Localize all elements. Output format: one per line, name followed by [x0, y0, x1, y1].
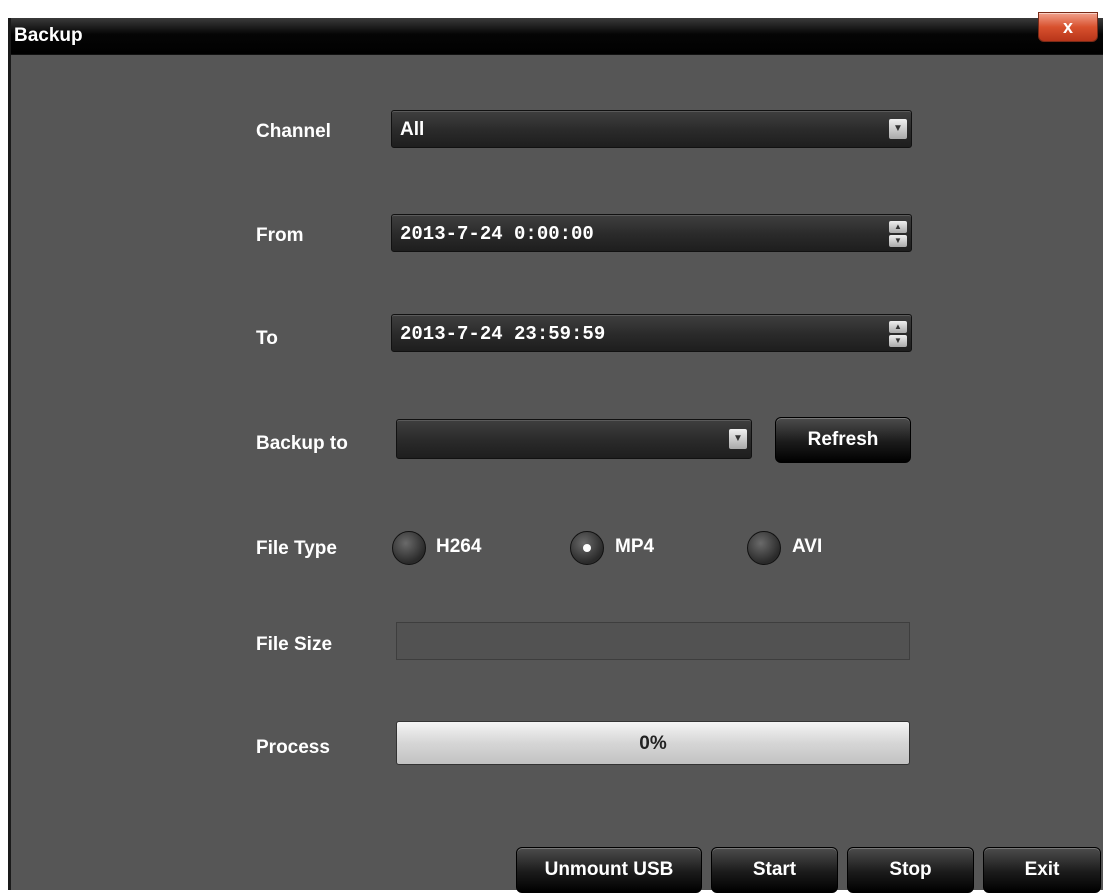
spinner-arrows-icon[interactable]: ▲ ▼ [889, 221, 907, 247]
channel-value: All [400, 119, 425, 140]
progress-text: 0% [639, 733, 667, 754]
spin-down-icon[interactable]: ▼ [889, 235, 907, 247]
from-datetime-input[interactable]: 2013-7-24 0:00:00 ▲ ▼ [391, 214, 912, 252]
chevron-down-icon[interactable]: ▼ [729, 429, 747, 449]
title-bar: Backup [11, 18, 1103, 55]
file-size-label: File Size [256, 634, 333, 655]
unmount-usb-button[interactable]: Unmount USB [516, 847, 702, 893]
spinner-arrows-icon[interactable]: ▲ ▼ [889, 321, 907, 347]
spin-up-icon[interactable]: ▲ [889, 321, 907, 333]
refresh-button[interactable]: Refresh [775, 417, 911, 463]
window-title: Backup [14, 25, 83, 46]
backup-device-select[interactable]: ▼ [396, 419, 752, 459]
radio-mp4[interactable] [570, 531, 604, 565]
to-label: To [256, 328, 278, 349]
radio-h264[interactable] [392, 531, 426, 565]
close-button[interactable]: x [1038, 12, 1098, 42]
radio-mp4-label: MP4 [615, 536, 655, 557]
to-value: 2013-7-24 23:59:59 [400, 323, 606, 345]
radio-h264-label: H264 [436, 536, 482, 557]
backup-dialog: Backup x Channel All ▼ From 2013-7-24 0:… [8, 12, 1103, 893]
channel-select[interactable]: All ▼ [391, 110, 912, 148]
stop-button[interactable]: Stop [847, 847, 974, 893]
close-icon: x [1062, 17, 1073, 37]
process-label: Process [256, 737, 330, 758]
exit-button[interactable]: Exit [983, 847, 1101, 893]
file-type-label: File Type [256, 538, 337, 559]
file-size-field [396, 622, 910, 660]
spin-up-icon[interactable]: ▲ [889, 221, 907, 233]
radio-avi[interactable] [747, 531, 781, 565]
from-value: 2013-7-24 0:00:00 [400, 223, 594, 245]
channel-label: Channel [256, 121, 331, 142]
process-progress-bar: 0% [396, 721, 910, 765]
from-label: From [256, 225, 304, 246]
chevron-down-icon[interactable]: ▼ [889, 119, 907, 139]
radio-avi-label: AVI [792, 536, 823, 557]
start-button[interactable]: Start [711, 847, 838, 893]
to-datetime-input[interactable]: 2013-7-24 23:59:59 ▲ ▼ [391, 314, 912, 352]
spin-down-icon[interactable]: ▼ [889, 335, 907, 347]
backup-to-label: Backup to [256, 433, 348, 454]
